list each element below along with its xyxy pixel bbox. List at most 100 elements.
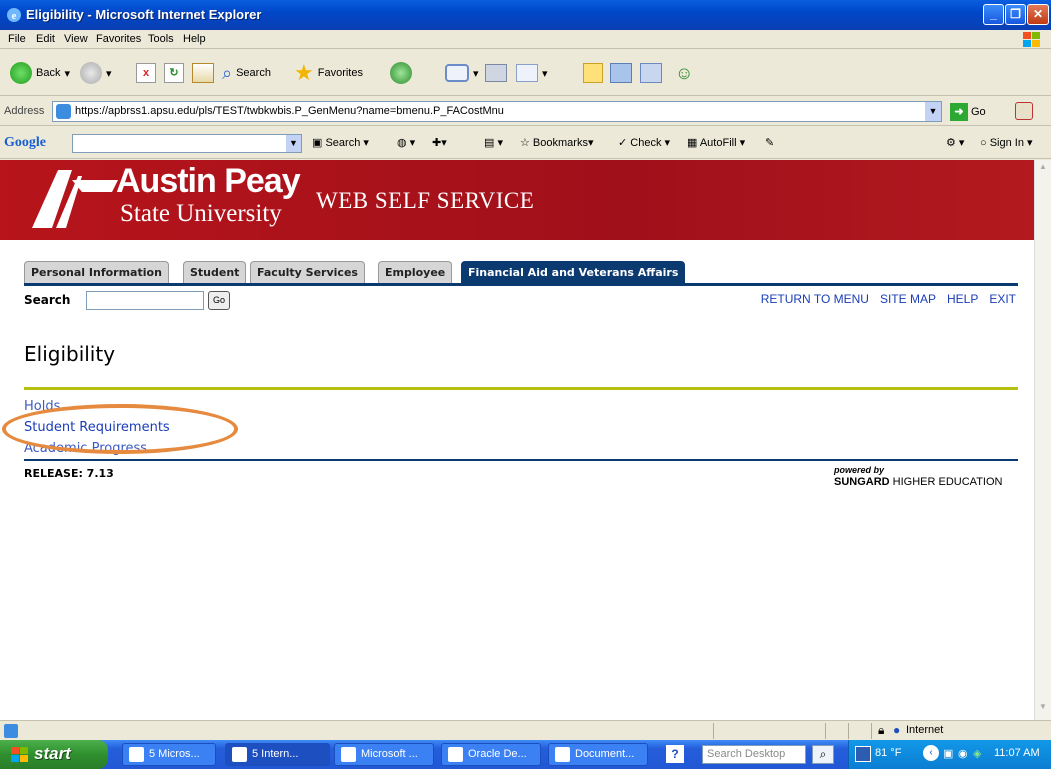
- go-arrow-icon: ➜: [950, 102, 968, 121]
- address-url: https://apbrss1.apsu.edu/pls/TEST/twbkwb…: [75, 105, 504, 117]
- search-button[interactable]: ⌕ Search: [222, 58, 271, 88]
- messenger-people-button[interactable]: ☺: [675, 58, 693, 88]
- taskbar-item-label: 5 Intern...: [252, 748, 299, 760]
- tab-financial-aid[interactable]: Financial Aid and Veterans Affairs: [461, 261, 686, 284]
- mail-button[interactable]: ▾: [445, 58, 479, 88]
- refresh-button[interactable]: ↻: [164, 58, 184, 88]
- acrobat-icon[interactable]: [1015, 102, 1033, 120]
- back-button[interactable]: Back ▾: [10, 58, 70, 88]
- search-input[interactable]: [86, 291, 204, 310]
- taskbar-item-document[interactable]: Document...: [548, 743, 648, 766]
- print-button[interactable]: [485, 58, 507, 88]
- taskbar-item-microsoft[interactable]: Microsoft ...: [334, 743, 434, 766]
- release-version: RELEASE: 7.13: [24, 467, 114, 480]
- stop-icon: x: [136, 63, 156, 83]
- desktop-search-icon[interactable]: ⌕: [812, 745, 834, 764]
- popup-blocker-button[interactable]: ▤ ▾: [484, 136, 503, 149]
- site-map-link[interactable]: SITE MAP: [880, 292, 936, 306]
- apsu-logo-mark: [32, 170, 118, 228]
- autofill-button[interactable]: ▦ AutoFill ▾: [687, 136, 745, 149]
- tab-underline: [24, 283, 1018, 286]
- dropdown-arrow-icon[interactable]: ▼: [925, 102, 941, 121]
- back-label: Back: [36, 67, 61, 79]
- search-go-button[interactable]: Go: [208, 291, 230, 310]
- refresh-icon: ↻: [164, 63, 184, 83]
- scroll-down-icon[interactable]: ▼: [1037, 702, 1049, 716]
- back-arrow-icon: [10, 62, 32, 84]
- system-tray: 81 °F ‹ ▣ ◉ ◈ 11:07 AM: [848, 740, 1051, 769]
- wrench-icon[interactable]: ⚙ ▾: [946, 136, 964, 149]
- chevron-down-icon: ▾: [473, 67, 479, 80]
- menu-help[interactable]: Help: [183, 33, 206, 45]
- oracle-icon: [448, 747, 463, 762]
- people-icon: ☺: [675, 62, 694, 83]
- tab-student[interactable]: Student: [183, 261, 247, 284]
- highlight-pen-icon[interactable]: ✎: [765, 136, 774, 149]
- dropdown-arrow-icon[interactable]: ▼: [286, 135, 301, 152]
- google-search-label: Search: [325, 137, 361, 149]
- messenger-button[interactable]: [640, 58, 662, 88]
- home-button[interactable]: [192, 58, 214, 88]
- powered-by-label: powered by: [834, 465, 885, 475]
- tab-faculty-services[interactable]: Faculty Services: [250, 261, 365, 284]
- return-to-menu-link[interactable]: RETURN TO MENU: [761, 292, 869, 306]
- menu-favorites[interactable]: Favorites: [96, 33, 141, 45]
- status-divider: [825, 723, 826, 739]
- google-plus-button[interactable]: ✚▾: [432, 136, 447, 149]
- star-icon: ★: [294, 60, 314, 85]
- desktop-search-input[interactable]: Search Desktop: [702, 745, 806, 764]
- edit-button[interactable]: ▾: [516, 58, 548, 88]
- window-title: Eligibility - Microsoft Internet Explore…: [26, 7, 262, 22]
- help-icon[interactable]: ?: [666, 745, 684, 763]
- maximize-button[interactable]: ❐: [1005, 4, 1026, 25]
- google-logo: Google: [4, 135, 46, 151]
- address-label: Address: [4, 105, 45, 117]
- title-divider: [24, 387, 1018, 390]
- taskbar-item-oracle[interactable]: Oracle De...: [441, 743, 541, 766]
- google-toolbar: Google ▼ ▣ Search ▾ ◍ ▾ ✚▾ ▤ ▾ ☆ Bookmar…: [0, 127, 1051, 159]
- menu-tools[interactable]: Tools: [148, 33, 174, 45]
- go-button[interactable]: ➜ Go: [950, 101, 1000, 122]
- tab-personal-information[interactable]: Personal Information: [24, 261, 169, 284]
- sign-in-label: Sign In: [989, 137, 1024, 149]
- minimize-button[interactable]: _: [983, 4, 1004, 25]
- exit-link[interactable]: EXIT: [989, 292, 1016, 306]
- update-icon[interactable]: ◉: [958, 747, 968, 760]
- google-search-button[interactable]: ▣ Search ▾: [312, 136, 369, 149]
- higher-education-label: HIGHER EDUCATION: [889, 476, 1003, 488]
- research-button[interactable]: [610, 58, 632, 88]
- page-icon: [56, 104, 71, 119]
- spell-check-button[interactable]: ✓ Check ▾: [618, 136, 670, 149]
- taskbar-item-outlook[interactable]: 5 Micros...: [122, 743, 216, 766]
- vertical-scrollbar[interactable]: ▲ ▼: [1034, 160, 1051, 720]
- stop-button[interactable]: x: [136, 58, 156, 88]
- close-button[interactable]: ✕: [1027, 4, 1049, 25]
- address-input[interactable]: https://apbrss1.apsu.edu/pls/TEST/twbkwb…: [52, 101, 942, 122]
- tab-employee[interactable]: Employee: [378, 261, 453, 284]
- favorites-button[interactable]: ★ Favorites: [294, 58, 363, 88]
- scroll-up-icon[interactable]: ▲: [1037, 162, 1049, 176]
- taskbar-item-ie[interactable]: 5 Intern...: [225, 743, 330, 766]
- menu-view[interactable]: View: [64, 33, 88, 45]
- menu-file[interactable]: File: [8, 33, 26, 45]
- menu-edit[interactable]: Edit: [36, 33, 55, 45]
- ie-icon: [232, 747, 247, 762]
- help-link[interactable]: HELP: [947, 292, 978, 306]
- sign-in-button[interactable]: ○ Sign In ▾: [980, 136, 1033, 149]
- tray-arrow-icon[interactable]: ‹: [923, 745, 939, 761]
- globe-icon: ●: [893, 723, 901, 737]
- outlook-icon: [129, 747, 144, 762]
- chevron-down-icon: ▾: [542, 67, 548, 80]
- history-button[interactable]: [390, 58, 412, 88]
- bookmarks-button[interactable]: ☆ Bookmarks▾: [520, 136, 593, 149]
- google-search-input[interactable]: ▼: [72, 134, 302, 153]
- start-button[interactable]: start: [0, 740, 108, 769]
- forward-arrow-icon: [80, 62, 102, 84]
- wireless-icon[interactable]: ◈: [973, 747, 981, 760]
- chevron-down-icon: ▾: [64, 67, 70, 80]
- forward-button[interactable]: ▾: [80, 58, 112, 88]
- discuss-button[interactable]: [583, 58, 603, 88]
- java-icon[interactable]: ▣: [943, 747, 953, 760]
- google-logo-text: Google: [4, 135, 46, 150]
- google-news-button[interactable]: ◍ ▾: [397, 136, 415, 149]
